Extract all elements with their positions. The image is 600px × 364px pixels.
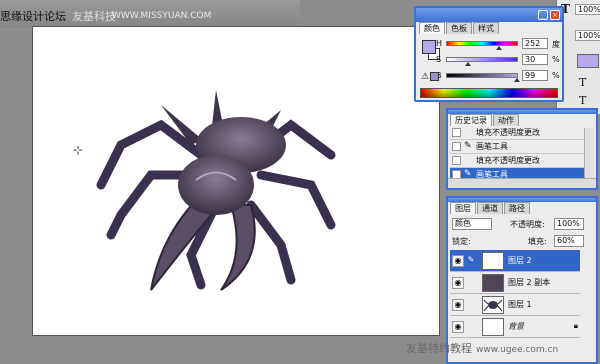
gamut-warning-icon[interactable]: ⚠	[421, 72, 429, 82]
visibility-eye-icon[interactable]: ◉	[452, 299, 464, 311]
tab-paths[interactable]: 路径	[504, 202, 530, 214]
tab-color[interactable]: 颜色	[419, 22, 445, 34]
hue-unit: 度	[552, 40, 560, 49]
foreground-color-swatch[interactable]	[422, 40, 436, 54]
brush-icon: ✎	[467, 255, 475, 264]
brand-watermark: 思缘设计论坛	[0, 10, 66, 23]
layer-name: 图层 1	[508, 300, 532, 309]
blend-mode-select[interactable]: 颜色	[452, 218, 492, 230]
text-style-icon[interactable]: T	[579, 76, 586, 89]
text-color-swatch[interactable]	[577, 54, 599, 68]
gamut-swatch[interactable]	[430, 72, 439, 81]
visibility-eye-icon[interactable]: ◉	[452, 277, 464, 289]
spider-thumb-icon	[483, 299, 503, 312]
layer-row[interactable]: ◉ 图层 2 副本	[450, 272, 580, 294]
brush-icon: ✎	[464, 141, 472, 151]
tab-channels[interactable]: 通道	[477, 202, 503, 214]
history-item[interactable]: 填充不透明度更改	[450, 126, 584, 140]
layer-row[interactable]: ◉ 背景 🔒︎	[450, 316, 580, 338]
tab-history[interactable]: 历史记录	[450, 114, 492, 126]
layer-thumbnail	[482, 318, 504, 336]
hue-slider[interactable]	[446, 41, 518, 46]
saturation-unit: %	[552, 55, 560, 64]
text-style-icon-2[interactable]: T	[579, 94, 586, 107]
hue-thumb[interactable]	[496, 46, 502, 50]
opacity-field[interactable]: 100%	[554, 218, 584, 230]
layer-name: 图层 2 副本	[508, 278, 551, 287]
scale-field[interactable]: 100%	[575, 4, 600, 15]
close-icon[interactable]: ×	[550, 10, 560, 20]
tab-swatches[interactable]: 色板	[446, 22, 472, 34]
fill-field[interactable]: 60%	[554, 235, 584, 247]
color-spectrum-bar[interactable]	[420, 88, 558, 98]
history-panel: 历史记录 动作 填充不透明度更改 ✎ 画笔工具 填充不透明度更改 ✎ 画笔工具	[446, 108, 598, 190]
brightness-unit: %	[552, 71, 560, 80]
hue-label: H	[436, 39, 443, 48]
color-panel-titlebar[interactable]: _ ×	[416, 8, 562, 22]
site-watermark: WWW.MISSYUAN.COM	[112, 11, 212, 21]
snapshot-checkbox[interactable]	[452, 142, 461, 151]
bottom-watermark-text: 友基特约教程	[406, 342, 472, 355]
snapshot-checkbox[interactable]	[452, 128, 461, 137]
lock-label: 锁定:	[452, 237, 471, 246]
tab-layers[interactable]: 图层	[450, 202, 476, 214]
layer-thumbnail	[482, 296, 504, 314]
visibility-eye-icon[interactable]: ◉	[452, 321, 464, 333]
layer-name: 背景	[508, 322, 524, 331]
fill-label: 填充:	[528, 237, 547, 246]
history-item-label: 画笔工具	[476, 142, 508, 151]
tab-styles[interactable]: 样式	[473, 22, 499, 34]
history-item-label: 填充不透明度更改	[476, 156, 540, 165]
snapshot-checkbox[interactable]	[452, 156, 461, 165]
history-item[interactable]: ✎ 画笔工具	[450, 140, 584, 154]
top-watermark-bar: 思缘设计论坛 友基科技 WWW.MISSYUAN.COM	[0, 0, 300, 28]
visibility-eye-icon[interactable]: ◉	[452, 255, 464, 267]
lock-icon: 🔒︎	[573, 321, 578, 330]
hue-field[interactable]: 252	[522, 38, 548, 49]
bottom-watermark: 友基特约教程 www.ugee.com.cn	[406, 340, 558, 356]
opacity-label: 不透明度:	[510, 220, 545, 229]
saturation-label: S	[436, 55, 442, 64]
history-item[interactable]: 填充不透明度更改	[450, 154, 584, 168]
brightness-thumb[interactable]	[514, 78, 520, 82]
history-footer	[448, 178, 596, 188]
layer-name: 图层 2	[508, 256, 532, 265]
history-item-label: 填充不透明度更改	[476, 128, 540, 137]
brightness-slider[interactable]	[446, 73, 518, 78]
minimize-icon[interactable]: _	[538, 10, 548, 20]
color-panel: _ × 颜色 色板 样式 H 252 度 S 30 % B 99 % ⚠	[414, 6, 564, 102]
saturation-slider[interactable]	[446, 57, 518, 62]
saturation-field[interactable]: 30	[522, 54, 548, 65]
layer-thumbnail	[482, 274, 504, 292]
document-canvas[interactable]: ⊹	[32, 26, 440, 336]
tab-actions[interactable]: 动作	[493, 114, 519, 126]
overlay-watermark: 友基科技	[72, 10, 116, 23]
saturation-thumb[interactable]	[465, 62, 471, 66]
layer-thumbnail	[482, 252, 504, 270]
history-scrollbar[interactable]	[584, 128, 594, 180]
layers-panel: 图层 通道 路径 颜色 不透明度: 100% 锁定: 填充: 60% ◉ ✎ 图…	[446, 196, 598, 364]
scale-field-2[interactable]: 100%	[575, 30, 600, 41]
spider-artwork	[96, 90, 336, 291]
brightness-field[interactable]: 99	[522, 70, 548, 81]
layer-row[interactable]: ◉ ✎ 图层 2	[450, 250, 580, 272]
layer-row[interactable]: ◉ 图层 1	[450, 294, 580, 316]
crosshair-cursor-icon: ⊹	[73, 143, 84, 157]
bottom-watermark-url: www.ugee.com.cn	[476, 345, 559, 355]
